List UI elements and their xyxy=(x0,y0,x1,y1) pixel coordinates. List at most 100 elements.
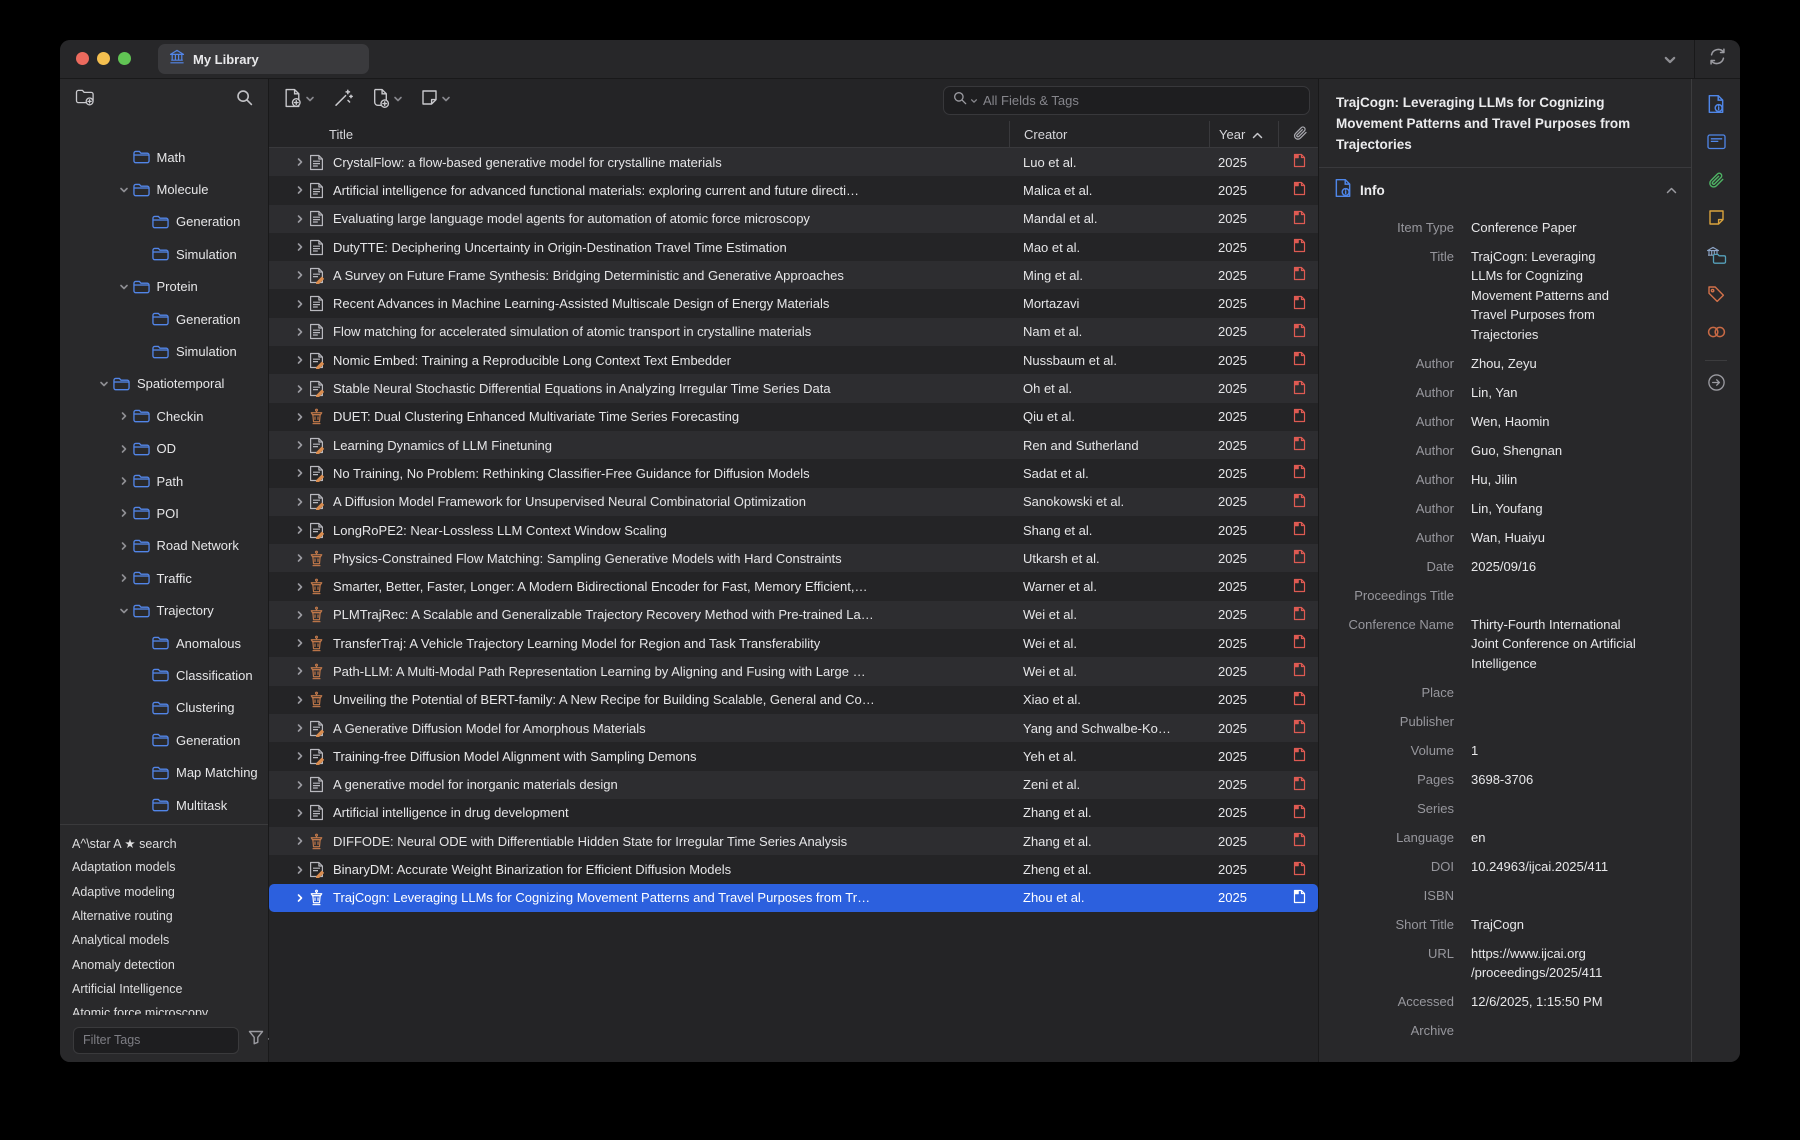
field-value[interactable] xyxy=(1471,683,1684,703)
item-row[interactable]: TransferTraj: A Vehicle Trajectory Learn… xyxy=(269,629,1318,657)
expand-chevron-icon[interactable] xyxy=(291,695,309,705)
expand-chevron-icon[interactable] xyxy=(291,497,309,507)
collection-item-map-matching[interactable]: Map Matching xyxy=(60,756,268,788)
related-tab-button[interactable] xyxy=(1703,321,1729,347)
notes-tab-button[interactable] xyxy=(1703,207,1729,233)
expand-chevron-icon[interactable] xyxy=(291,384,309,394)
column-header-creator[interactable]: Creator xyxy=(1009,121,1209,147)
field-value[interactable]: TrajCogn: Leveraging LLMs for Cognizing … xyxy=(1471,247,1684,345)
expand-chevron-icon[interactable] xyxy=(291,865,309,875)
field-value[interactable]: 1 xyxy=(1471,741,1684,761)
new-note-button[interactable] xyxy=(412,83,460,117)
expand-chevron-icon[interactable] xyxy=(291,666,309,676)
collection-item-multitask[interactable]: Multitask xyxy=(60,789,268,821)
tag-item[interactable]: A^\star A ★ search xyxy=(60,831,268,855)
expand-chevron-icon[interactable] xyxy=(291,582,309,592)
libraries-collections-tab-button[interactable] xyxy=(1703,245,1729,271)
chevron-down-icon[interactable] xyxy=(96,379,112,389)
tags-tab-button[interactable] xyxy=(1703,283,1729,309)
field-value[interactable]: Zhou, Zeyu xyxy=(1471,354,1684,374)
chevron-right-icon[interactable] xyxy=(116,444,132,454)
item-row[interactable]: Smarter, Better, Faster, Longer: A Moder… xyxy=(269,572,1318,600)
new-item-button[interactable] xyxy=(275,82,324,119)
expand-chevron-icon[interactable] xyxy=(291,638,309,648)
expand-chevron-icon[interactable] xyxy=(291,751,309,761)
expand-chevron-icon[interactable] xyxy=(291,468,309,478)
collapse-section-icon[interactable] xyxy=(1666,187,1677,194)
item-row[interactable]: DUET: Dual Clustering Enhanced Multivari… xyxy=(269,403,1318,431)
field-value[interactable]: Guo, Shengnan xyxy=(1471,441,1684,461)
tag-item[interactable]: Adaptive modeling xyxy=(60,880,268,904)
chevron-right-icon[interactable] xyxy=(116,411,132,421)
field-value[interactable]: Thirty-Fourth International Joint Confer… xyxy=(1471,615,1684,674)
field-value[interactable]: Hu, Jilin xyxy=(1471,470,1684,490)
tab-bar-chevron-down-icon[interactable] xyxy=(1663,53,1677,67)
tag-item[interactable]: Alternative routing xyxy=(60,904,268,928)
field-value[interactable] xyxy=(1471,799,1684,819)
expand-chevron-icon[interactable] xyxy=(291,836,309,846)
expand-chevron-icon[interactable] xyxy=(291,242,309,252)
collection-search-button[interactable] xyxy=(236,89,253,111)
minimize-button[interactable] xyxy=(97,52,110,65)
expand-chevron-icon[interactable] xyxy=(291,525,309,535)
info-section-header[interactable]: Info xyxy=(1319,168,1691,210)
chevron-right-icon[interactable] xyxy=(116,573,132,583)
collection-item-simulation[interactable]: Simulation xyxy=(60,238,268,270)
expand-chevron-icon[interactable] xyxy=(291,553,309,563)
field-value[interactable]: https://www.ijcai.org /proceedings/2025/… xyxy=(1471,944,1684,983)
field-value[interactable]: Wan, Huaiyu xyxy=(1471,528,1684,548)
chevron-down-icon[interactable] xyxy=(116,606,132,616)
field-value[interactable]: en xyxy=(1471,828,1684,848)
item-row[interactable]: LongRoPE2: Near-Lossless LLM Context Win… xyxy=(269,516,1318,544)
item-row[interactable]: DIFFODE: Neural ODE with Differentiable … xyxy=(269,827,1318,855)
field-value[interactable]: TrajCogn xyxy=(1471,915,1684,935)
item-row[interactable]: PLMTrajRec: A Scalable and Generalizable… xyxy=(269,601,1318,629)
field-value[interactable]: 12/6/2025, 1:15:50 PM xyxy=(1471,992,1684,1012)
field-value[interactable]: 10.24963/ijcai.2025/411 xyxy=(1471,857,1684,877)
expand-chevron-icon[interactable] xyxy=(291,610,309,620)
expand-chevron-icon[interactable] xyxy=(291,270,309,280)
field-value[interactable] xyxy=(1471,586,1684,606)
item-row[interactable]: Recent Advances in Machine Learning-Assi… xyxy=(269,289,1318,317)
add-attachment-button[interactable] xyxy=(362,82,412,119)
collection-item-simulation[interactable]: Simulation xyxy=(60,335,268,367)
collection-item-anomalous[interactable]: Anomalous xyxy=(60,627,268,659)
collection-item-checkin[interactable]: Checkin xyxy=(60,400,268,432)
column-header-year[interactable]: Year xyxy=(1209,121,1278,147)
item-row[interactable]: Path-LLM: A Multi-Modal Path Representat… xyxy=(269,657,1318,685)
collection-item-protein[interactable]: Protein xyxy=(60,271,268,303)
expand-chevron-icon[interactable] xyxy=(291,299,309,309)
item-row[interactable]: Stable Neural Stochastic Differential Eq… xyxy=(269,374,1318,402)
column-header-attachment[interactable] xyxy=(1278,121,1321,147)
add-by-identifier-button[interactable] xyxy=(324,82,362,119)
field-value[interactable]: Lin, Yan xyxy=(1471,383,1684,403)
expand-chevron-icon[interactable] xyxy=(291,893,309,903)
locate-button[interactable] xyxy=(1703,372,1729,398)
item-row[interactable]: Flow matching for accelerated simulation… xyxy=(269,318,1318,346)
item-row[interactable]: Learning Dynamics of LLM FinetuningRen a… xyxy=(269,431,1318,459)
collection-item-path[interactable]: Path xyxy=(60,465,268,497)
info-tab-button[interactable] xyxy=(1703,93,1729,119)
expand-chevron-icon[interactable] xyxy=(291,440,309,450)
collection-item-clustering[interactable]: Clustering xyxy=(60,692,268,724)
collection-item-classification[interactable]: Classification xyxy=(60,659,268,691)
tag-item[interactable]: Atomic force microscopy xyxy=(60,1001,268,1015)
chevron-right-icon[interactable] xyxy=(116,541,132,551)
item-row[interactable]: Nomic Embed: Training a Reproducible Lon… xyxy=(269,346,1318,374)
item-row[interactable]: Training-free Diffusion Model Alignment … xyxy=(269,742,1318,770)
expand-chevron-icon[interactable] xyxy=(291,355,309,365)
expand-chevron-icon[interactable] xyxy=(291,780,309,790)
chevron-right-icon[interactable] xyxy=(116,508,132,518)
field-value[interactable]: 2025/09/16 xyxy=(1471,557,1684,577)
abstract-tab-button[interactable] xyxy=(1703,131,1729,157)
collection-item-spatiotemporal[interactable]: Spatiotemporal xyxy=(60,368,268,400)
tag-item[interactable]: Adaptation models xyxy=(60,855,268,879)
expand-chevron-icon[interactable] xyxy=(291,185,309,195)
item-row[interactable]: A Generative Diffusion Model for Amorpho… xyxy=(269,714,1318,742)
expand-chevron-icon[interactable] xyxy=(291,412,309,422)
item-row[interactable]: CrystalFlow: a flow-based generative mod… xyxy=(269,148,1318,176)
search-input[interactable] xyxy=(981,92,1300,109)
tag-item[interactable]: Analytical models xyxy=(60,928,268,952)
collection-item-poi[interactable]: POI xyxy=(60,497,268,529)
collection-item-generation[interactable]: Generation xyxy=(60,303,268,335)
